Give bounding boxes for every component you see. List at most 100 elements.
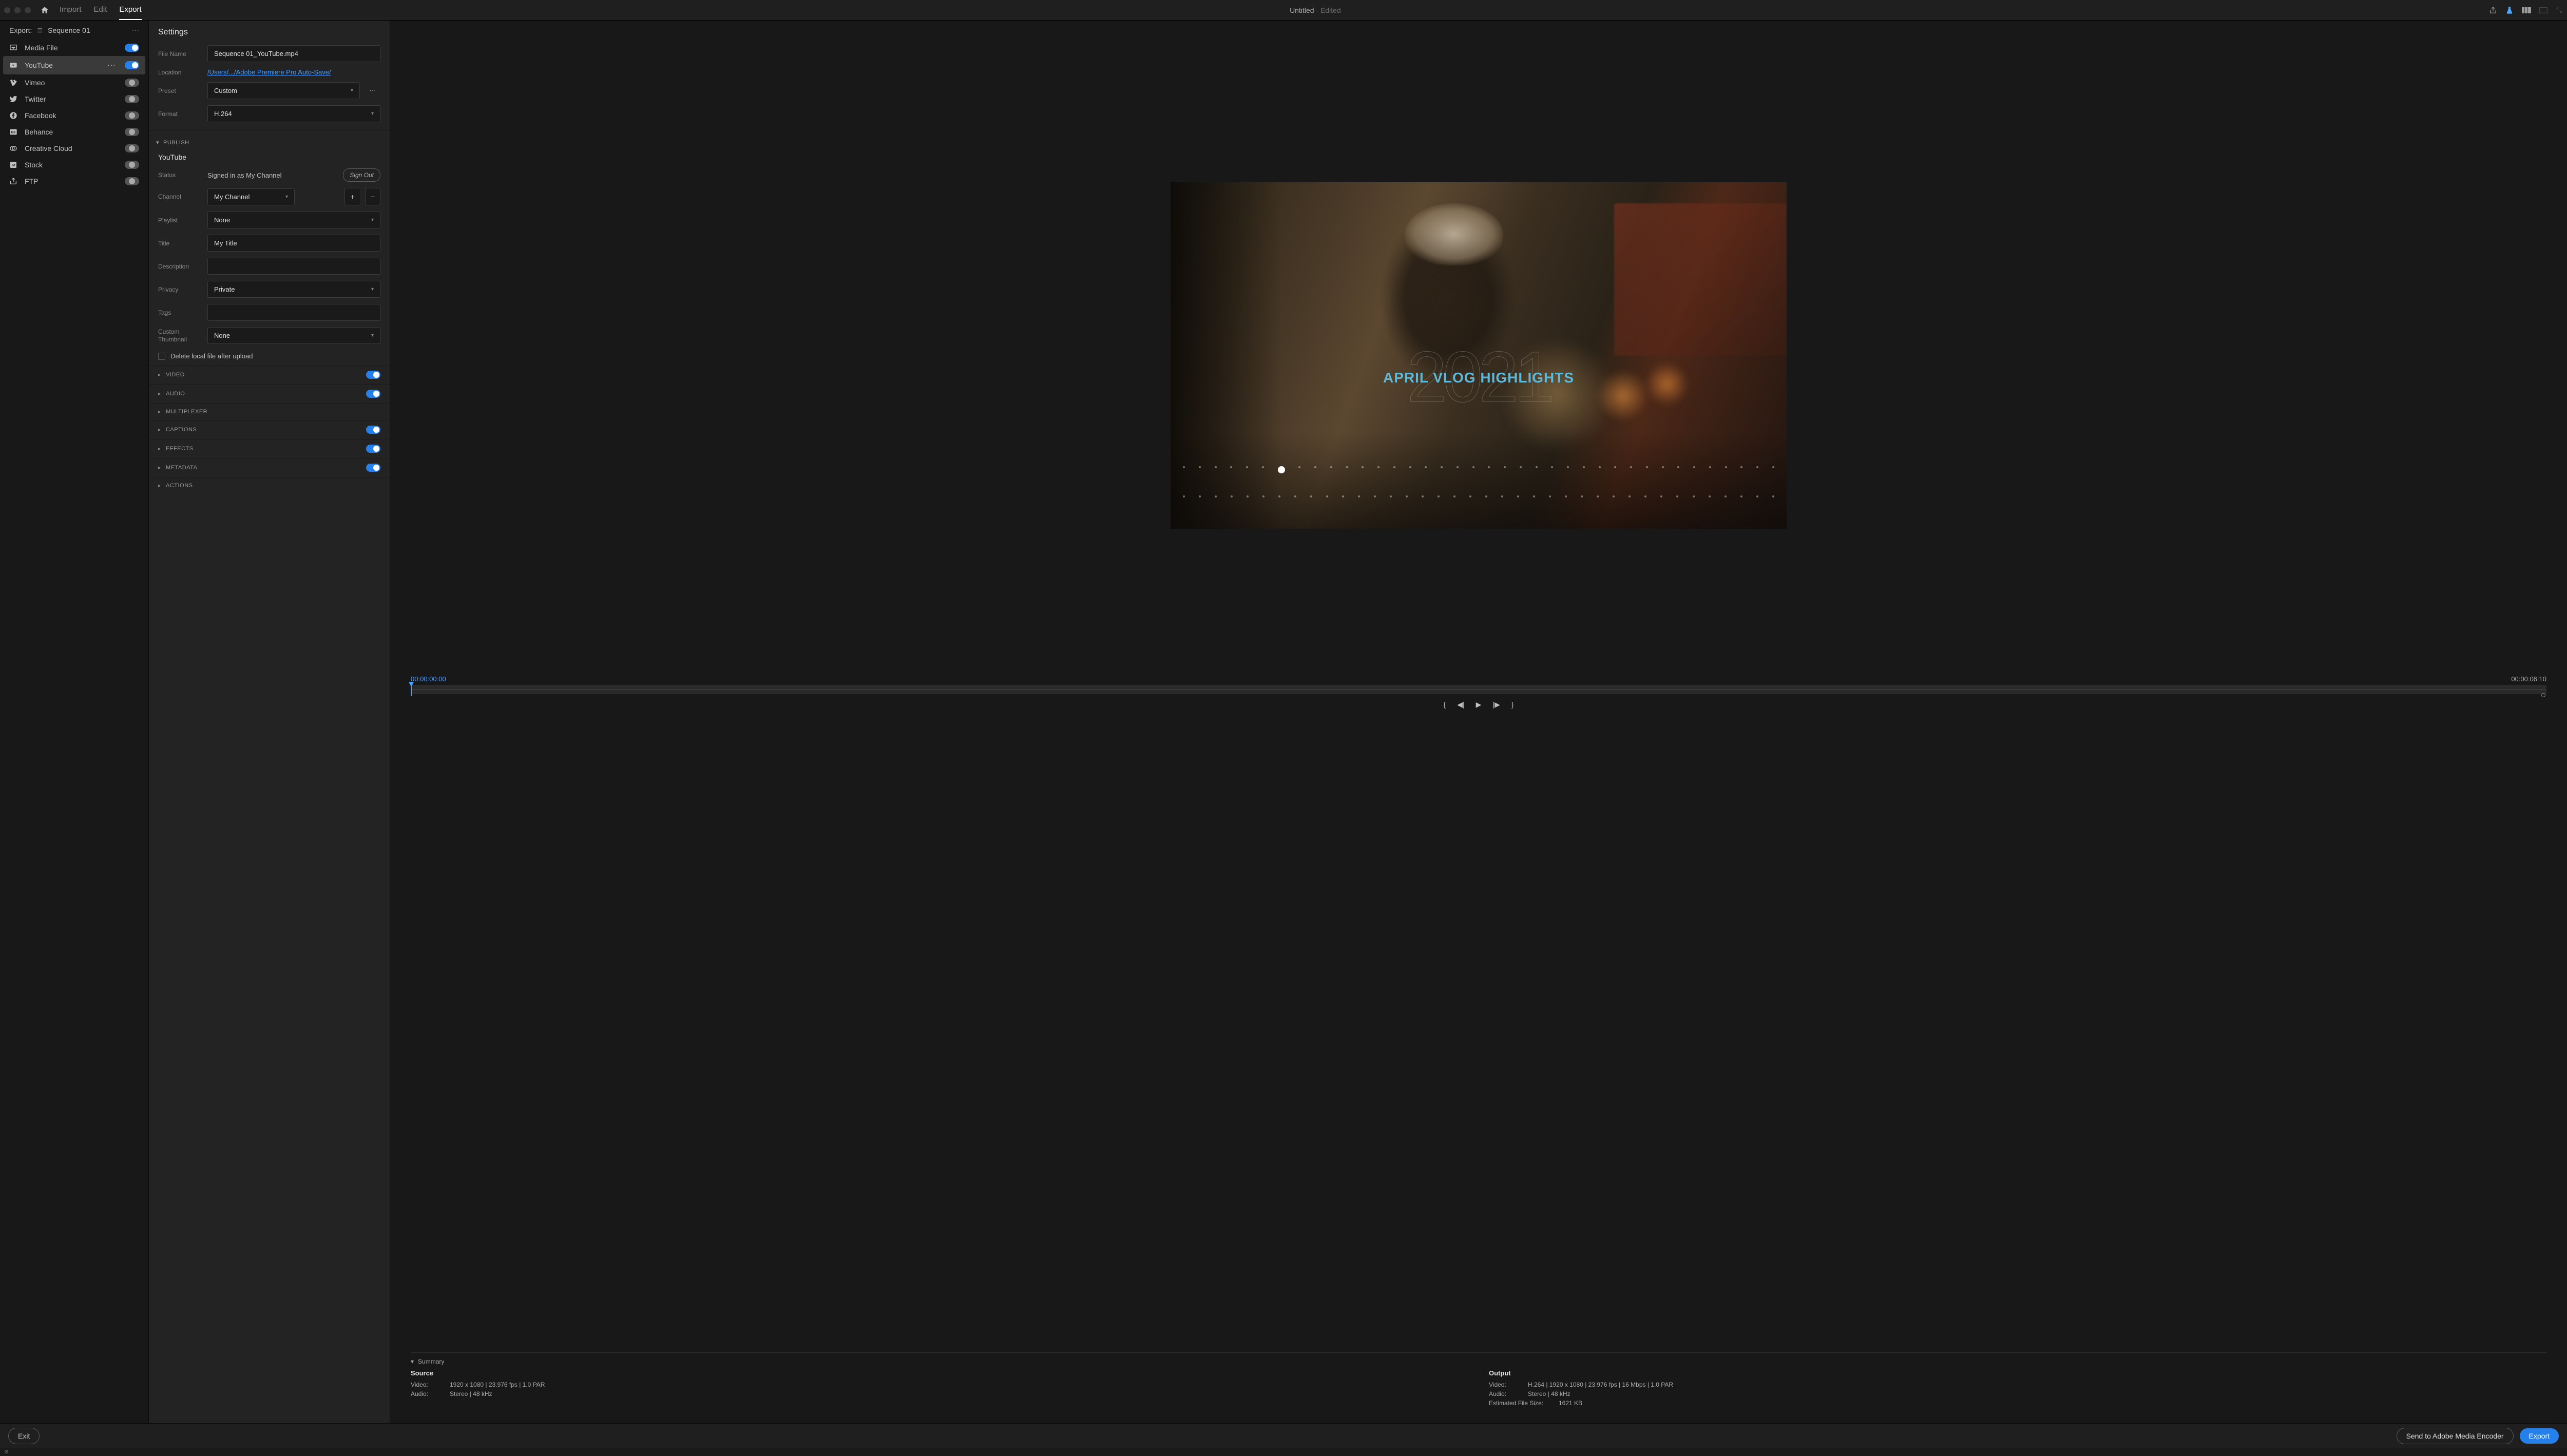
timecode-in[interactable]: 00:00:00:00 <box>411 675 446 683</box>
video-toggle[interactable] <box>366 371 380 379</box>
ftp-toggle[interactable] <box>125 177 139 185</box>
channel-select[interactable]: My Channel ▾ <box>207 188 295 205</box>
privacy-select[interactable]: Private ▾ <box>207 281 380 298</box>
remove-channel-button[interactable]: − <box>365 188 380 205</box>
project-edited-indicator: - Edited <box>1314 6 1341 14</box>
publish-section-header[interactable]: ▾ PUBLISH <box>149 136 390 149</box>
home-icon[interactable] <box>40 6 49 15</box>
destination-behance[interactable]: Bē Behance <box>3 124 145 140</box>
twitter-toggle[interactable] <box>125 95 139 103</box>
sequence-icon: ☰ <box>37 27 43 34</box>
top-tabs: Import Edit Export <box>60 0 142 20</box>
format-select[interactable]: H.264 ▾ <box>207 105 380 122</box>
out-point-marker[interactable] <box>2541 693 2545 697</box>
tab-import[interactable]: Import <box>60 0 82 20</box>
gear-icon[interactable]: ⚙ <box>4 1449 9 1455</box>
effects-toggle[interactable] <box>366 445 380 453</box>
playlist-select[interactable]: None ▾ <box>207 212 380 228</box>
close-window-icon[interactable] <box>4 7 10 13</box>
export-button[interactable]: Export <box>2520 1428 2559 1444</box>
filename-input[interactable] <box>207 45 380 62</box>
maximize-window-icon[interactable] <box>25 7 31 13</box>
step-forward-button[interactable]: |▶ <box>1492 700 1500 709</box>
destination-creative-cloud[interactable]: Creative Cloud <box>3 140 145 157</box>
creative-cloud-toggle[interactable] <box>125 144 139 152</box>
add-channel-button[interactable]: + <box>344 188 360 205</box>
sign-out-button[interactable]: Sign Out <box>343 168 380 182</box>
destination-label: FTP <box>25 177 119 185</box>
fullscreen-icon[interactable] <box>2556 7 2563 14</box>
section-audio[interactable]: ▸ AUDIO <box>149 384 390 403</box>
chevron-right-icon: ▸ <box>158 409 161 415</box>
location-link[interactable]: /Users/.../Adobe Premiere Pro Auto-Save/ <box>207 68 331 76</box>
chevron-down-icon: ▾ <box>351 88 353 93</box>
destination-youtube[interactable]: YouTube ⋯ <box>3 56 145 74</box>
timeline-ruler[interactable] <box>411 685 2546 694</box>
summary-output: Output Video: H.264 | 1920 x 1080 | 23.9… <box>1489 1369 2546 1408</box>
destination-ftp[interactable]: FTP <box>3 173 145 189</box>
youtube-icon <box>9 61 18 69</box>
timecode-out[interactable]: 00:00:06:10 <box>2511 675 2546 683</box>
section-metadata[interactable]: ▸ METADATA <box>149 458 390 477</box>
chevron-down-icon: ▾ <box>371 286 374 292</box>
exit-button[interactable]: Exit <box>8 1428 40 1444</box>
beaker-icon[interactable] <box>2505 6 2514 14</box>
tab-edit[interactable]: Edit <box>94 0 107 20</box>
summary-section: ▾ Summary Source Video: 1920 x 1080 | 23… <box>411 1352 2546 1413</box>
destination-media-file[interactable]: Media File <box>3 40 145 56</box>
description-label: Description <box>158 263 202 270</box>
empty-panel-icon[interactable] <box>2539 7 2547 13</box>
tab-export[interactable]: Export <box>119 0 141 20</box>
chevron-right-icon: ▸ <box>158 483 161 489</box>
playhead[interactable] <box>411 683 412 696</box>
section-video[interactable]: ▸ VIDEO <box>149 365 390 384</box>
play-button[interactable]: ▶ <box>1476 700 1482 709</box>
summary-header[interactable]: ▾ Summary <box>411 1358 2546 1369</box>
more-options-icon[interactable]: ⋯ <box>132 26 139 34</box>
behance-toggle[interactable] <box>125 128 139 136</box>
output-video-label: Video: <box>1489 1381 1520 1388</box>
mark-in-button[interactable]: { <box>1444 700 1446 709</box>
preview-panel: 2021 APRIL VLOG HIGHLIGHTS 00:00:00:00 0… <box>390 21 2567 1423</box>
destination-facebook[interactable]: Facebook <box>3 107 145 124</box>
section-effects[interactable]: ▸ EFFECTS <box>149 439 390 458</box>
playlist-value: None <box>214 216 230 224</box>
stock-toggle[interactable] <box>125 161 139 169</box>
media-file-toggle[interactable] <box>125 44 139 52</box>
preset-more-icon[interactable]: ⋯ <box>365 83 380 99</box>
video-preview[interactable]: 2021 APRIL VLOG HIGHLIGHTS <box>1171 182 1787 529</box>
vimeo-toggle[interactable] <box>125 79 139 87</box>
chevron-right-icon: ▸ <box>158 372 161 378</box>
minimize-window-icon[interactable] <box>14 7 21 13</box>
destination-twitter[interactable]: Twitter <box>3 91 145 107</box>
metadata-toggle[interactable] <box>366 464 380 472</box>
section-captions[interactable]: ▸ CAPTIONS <box>149 420 390 439</box>
section-multiplexer[interactable]: ▸ MULTIPLEXER <box>149 403 390 420</box>
workspace-icon[interactable] <box>2522 7 2531 14</box>
title-input[interactable] <box>207 235 380 252</box>
tags-input[interactable] <box>207 304 380 321</box>
destination-label: YouTube <box>25 61 101 69</box>
description-input[interactable] <box>207 258 380 275</box>
destinations-panel: Export: ☰ Sequence 01 ⋯ Media File YouTu… <box>0 21 149 1423</box>
send-to-ame-button[interactable]: Send to Adobe Media Encoder <box>2397 1428 2514 1444</box>
source-title: Source <box>411 1369 1468 1377</box>
youtube-more-icon[interactable]: ⋯ <box>107 60 116 70</box>
audio-toggle[interactable] <box>366 390 380 398</box>
destination-vimeo[interactable]: Vimeo <box>3 74 145 91</box>
youtube-toggle[interactable] <box>125 61 139 69</box>
svg-text:Bē: Bē <box>11 131 16 135</box>
delete-local-label: Delete local file after upload <box>170 352 253 360</box>
preset-select[interactable]: Custom ▾ <box>207 82 360 99</box>
channel-row: Channel My Channel ▾ + − <box>149 185 390 208</box>
mark-out-button[interactable]: } <box>1511 700 1514 709</box>
facebook-toggle[interactable] <box>125 111 139 120</box>
step-back-button[interactable]: ◀| <box>1457 700 1464 709</box>
thumbnail-select[interactable]: None ▾ <box>207 327 380 344</box>
delete-local-checkbox[interactable] <box>158 353 165 360</box>
destination-stock[interactable]: St Stock <box>3 157 145 173</box>
source-video-label: Video: <box>411 1381 442 1388</box>
share-icon[interactable] <box>2489 6 2497 14</box>
captions-toggle[interactable] <box>366 426 380 434</box>
section-actions[interactable]: ▸ ACTIONS <box>149 477 390 494</box>
